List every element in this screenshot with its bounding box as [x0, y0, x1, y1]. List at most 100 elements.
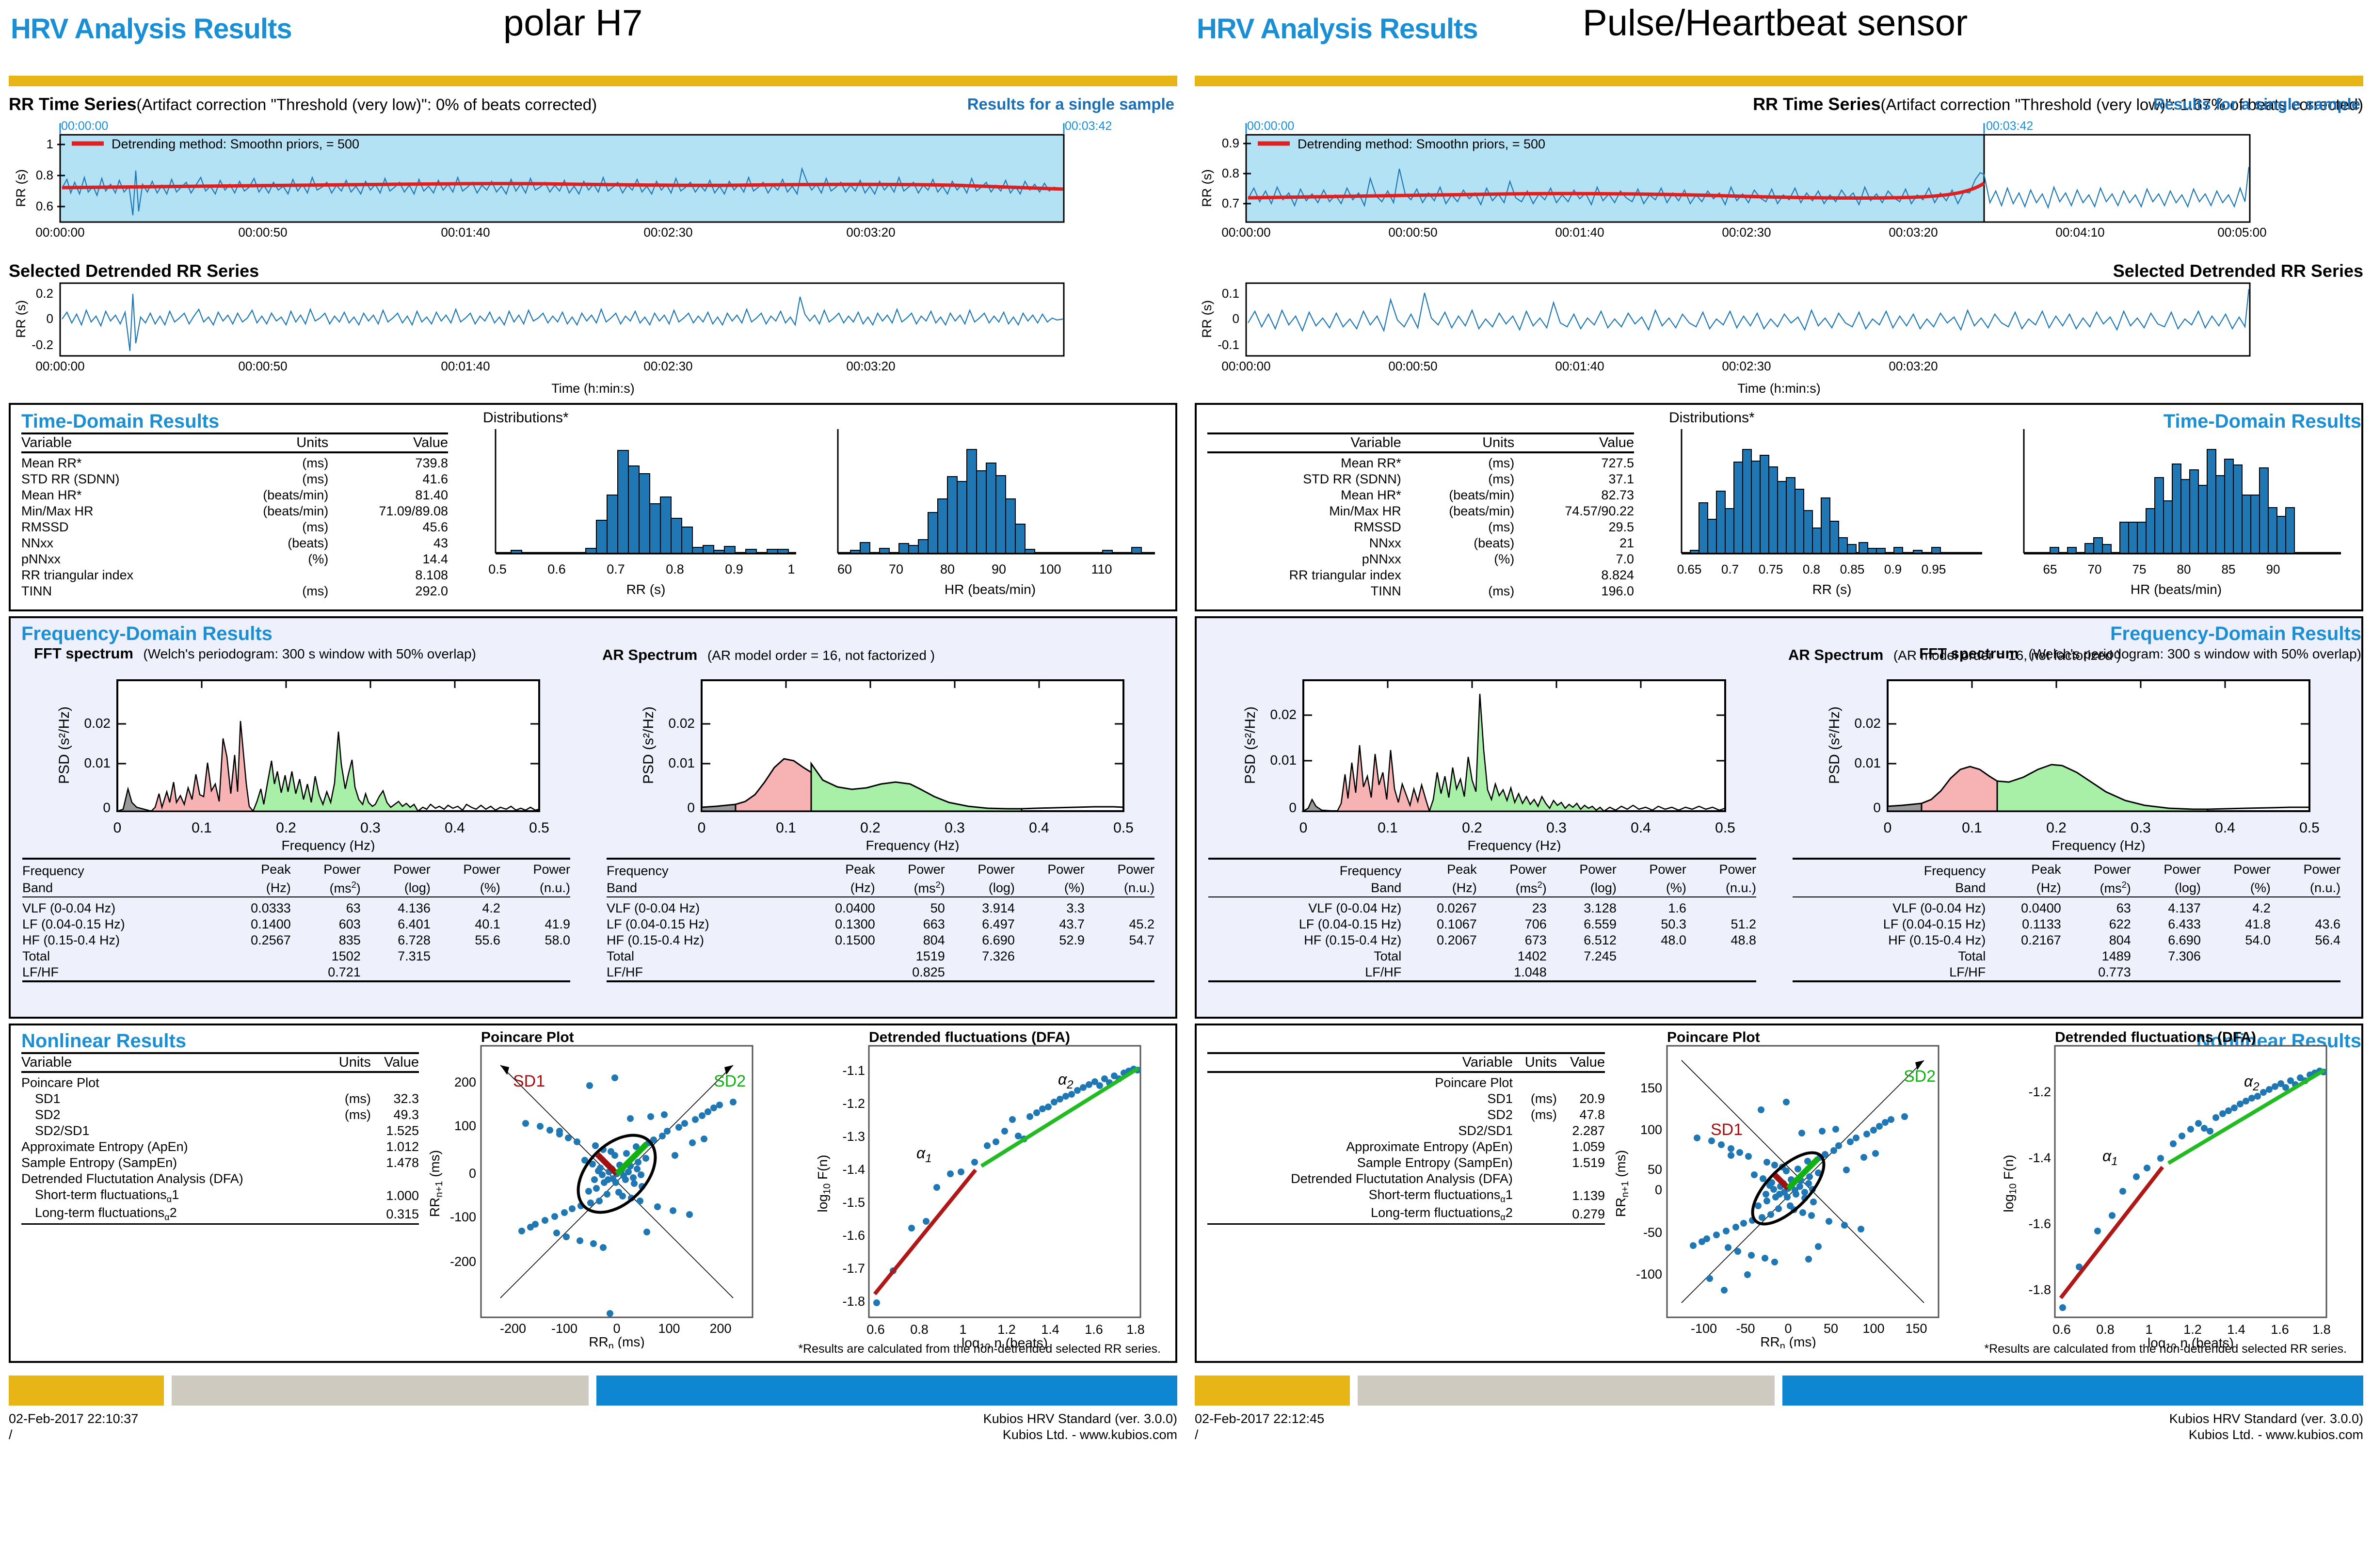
detrended-rr-chart: RR (s) 0.1 0 -0.1 00:00:00 00:00:50 00:0…	[1200, 282, 2251, 373]
svg-text:0.1: 0.1	[1378, 820, 1398, 836]
table-row: LF/HF 1.048	[1365, 965, 1547, 979]
table-row: Long-term fluctuationsα2 0.315	[21, 1205, 419, 1224]
svg-text:1: 1	[787, 562, 795, 576]
svg-text:-100: -100	[1691, 1321, 1717, 1336]
page-title: HRV Analysis Results	[11, 13, 292, 45]
svg-text:00:03:20: 00:03:20	[1889, 225, 1938, 240]
footer-line-1: 02-Feb-2017 22:10:37 Kubios HRV Standard…	[9, 1411, 1177, 1426]
svg-text:0.8: 0.8	[666, 562, 684, 576]
panel-header: HRV Analysis Results polar H7	[9, 0, 1177, 73]
table-row: Approximate Entropy (ApEn) 1.012	[21, 1139, 419, 1154]
footer-bar-gold	[9, 1376, 164, 1406]
fft-ylabel: PSD (s²/Hz)	[1242, 706, 1258, 784]
svg-text:-100: -100	[450, 1210, 476, 1224]
svg-text:00:00:50: 00:00:50	[238, 225, 287, 240]
table-row: SD2/SD1 2.287	[1458, 1123, 1605, 1138]
table-row: STD RR (SDNN) (ms) 37.1	[1303, 472, 1634, 486]
rr-time-series-chart: 00:00:00 00:03:42 RR (s) 1 0.8 0.6 Detre…	[14, 120, 1112, 240]
ar-col-band: Frequency	[607, 864, 669, 878]
rr-y-axis-label: RR (s)	[14, 169, 28, 207]
detrended-y-axis-label: RR (s)	[14, 300, 28, 338]
ar-ylabel: PSD (s²/Hz)	[1827, 706, 1843, 784]
table-row: LF (0.04-0.15 Hz) 0.1133 622 6.433 41.8 43.6	[1883, 917, 2340, 931]
svg-text:0.9: 0.9	[1884, 562, 1902, 576]
svg-text:0.8: 0.8	[1803, 562, 1820, 576]
footer-color-bars	[1195, 1376, 2363, 1406]
svg-text:1: 1	[959, 1322, 966, 1337]
svg-text:0.9: 0.9	[725, 562, 743, 576]
table-row: LF (0.04-0.15 Hz) 0.1067 706 6.559 50.3 51.2	[1298, 917, 1756, 931]
table-row: SD1 (ms) 20.9	[1487, 1091, 1605, 1106]
detrended-x-tick-labels: 00:00:00 00:00:50 00:01:40 00:02:30 00:0…	[35, 359, 895, 373]
col-units: Units	[1482, 435, 1515, 450]
table-row: VLF (0-0.04 Hz) 0.0267 23 3.128 1.6	[1308, 901, 1686, 915]
footer-line-2: / Kubios Ltd. - www.kubios.com	[1195, 1427, 2363, 1442]
table-row: SD2 (ms) 49.3	[35, 1107, 419, 1122]
rr-series-sub: (Artifact correction "Threshold (very lo…	[136, 96, 597, 113]
table-row: Mean RR* (ms) 739.8	[21, 456, 448, 470]
company-link[interactable]: Kubios Ltd. - www.kubios.com	[1003, 1427, 1177, 1442]
fft-x-ticks: 0 0.1 0.2 0.3 0.4 0.5	[1299, 820, 1735, 836]
rr-x-tick-labels: 00:00:00 00:00:50 00:01:40 00:02:30 00:0…	[1221, 225, 2266, 240]
svg-text:0: 0	[1299, 820, 1308, 836]
svg-text:0.5: 0.5	[529, 820, 549, 836]
poincare-x-ticks: -100 -50 0 50 100 150	[1691, 1321, 1927, 1336]
company-link[interactable]: Kubios Ltd. - www.kubios.com	[2189, 1427, 2363, 1442]
fft-col-band: Frequency	[22, 864, 84, 878]
nonlinear-table: Variable Units Value Poincare Plot SD1 (ms)…	[21, 1052, 419, 1225]
ar-results-table: Frequency Peak Power Power Power Power Band (H…	[1793, 858, 2340, 984]
ar-col-band: Frequency	[1923, 864, 1986, 878]
table-row: Sample Entropy (SampEn) 1.519	[1357, 1155, 1605, 1170]
dfa-x-ticks: 0.6 0.8 1 1.2 1.4 1.6 1.8	[2052, 1322, 2331, 1337]
hr-histogram: 65 70 75 80 85 90 HR (beats/min)	[2023, 429, 2341, 597]
svg-text:100: 100	[1039, 562, 1061, 576]
page-indicator: /	[1195, 1427, 1199, 1442]
table-row: SD1 (ms) 32.3	[35, 1091, 419, 1106]
svg-text:100: 100	[1640, 1122, 1662, 1137]
svg-text:0.3: 0.3	[2131, 820, 2151, 836]
svg-text:0.1: 0.1	[776, 820, 796, 836]
table-row: LF/HF 0.825	[607, 965, 945, 979]
svg-text:0.6: 0.6	[2052, 1322, 2071, 1337]
svg-text:-0.1: -0.1	[1218, 337, 1239, 352]
poincare-ylabel: RRn+1 (ms)	[1613, 1150, 1631, 1217]
hr-hist-xlabel: HR (beats/min)	[2131, 582, 2222, 597]
svg-text:0.2: 0.2	[276, 820, 296, 836]
svg-text:-100: -100	[551, 1321, 577, 1336]
report-panel-left: HRV Analysis Results polar H7 RR Time Se…	[0, 0, 1186, 1568]
sd1-label: SD1	[1711, 1120, 1743, 1139]
table-row: RMSSD (ms) 29.5	[1354, 520, 1634, 534]
svg-text:1.2: 1.2	[2183, 1322, 2202, 1337]
footer-bar-gray	[172, 1376, 589, 1406]
svg-text:1.4: 1.4	[2227, 1322, 2245, 1337]
svg-text:00:03:20: 00:03:20	[846, 359, 895, 373]
table-row: Detrended Fluctutation Analysis (DFA)	[1291, 1171, 1513, 1186]
svg-text:-1.6: -1.6	[2028, 1216, 2051, 1231]
detrend-legend-text: Detrending method: Smoothn priors, = 500	[112, 137, 359, 151]
selection-end-label: 00:03:42	[1065, 120, 1112, 133]
table-row: STD RR (SDNN) (ms) 41.6	[21, 472, 448, 486]
hr-hist-xlabel: HR (beats/min)	[945, 582, 1036, 597]
fft-ylabel: PSD (s²/Hz)	[56, 706, 72, 784]
footer-bar-gray	[1358, 1376, 1775, 1406]
selection-end-label: 00:03:42	[1986, 120, 2033, 133]
svg-text:0.85: 0.85	[1840, 562, 1865, 576]
svg-text:0.5: 0.5	[1113, 820, 1134, 836]
svg-text:-1.3: -1.3	[842, 1129, 865, 1144]
distributions-title: Distributions*	[1669, 410, 1755, 426]
svg-text:-1.1: -1.1	[842, 1063, 865, 1078]
time-domain-table: Variable Units Value Mean RR* (ms) 727.5 STD…	[1207, 432, 1634, 599]
svg-text:0.95: 0.95	[1922, 562, 1946, 576]
svg-text:-1.5: -1.5	[842, 1195, 865, 1210]
table-row: Poincare Plot	[21, 1075, 99, 1090]
report-sheet: HRV Analysis Results polar H7 RR Time Se…	[0, 0, 2372, 1568]
ar-x-ticks: 0 0.1 0.2 0.3 0.4 0.5	[1884, 820, 2320, 836]
svg-text:00:03:20: 00:03:20	[846, 225, 895, 240]
fft-subtitle: (Welch's periodogram: 300 s window with …	[143, 646, 476, 661]
svg-text:-1.7: -1.7	[842, 1261, 865, 1276]
device-logo: Pulse/Heartbeat sensor	[1583, 2, 1968, 44]
svg-text:100: 100	[1862, 1321, 1884, 1336]
time-axis-label: Time (h:min:s)	[551, 381, 635, 396]
svg-text:60: 60	[837, 562, 852, 576]
svg-text:1.2: 1.2	[997, 1322, 1016, 1337]
